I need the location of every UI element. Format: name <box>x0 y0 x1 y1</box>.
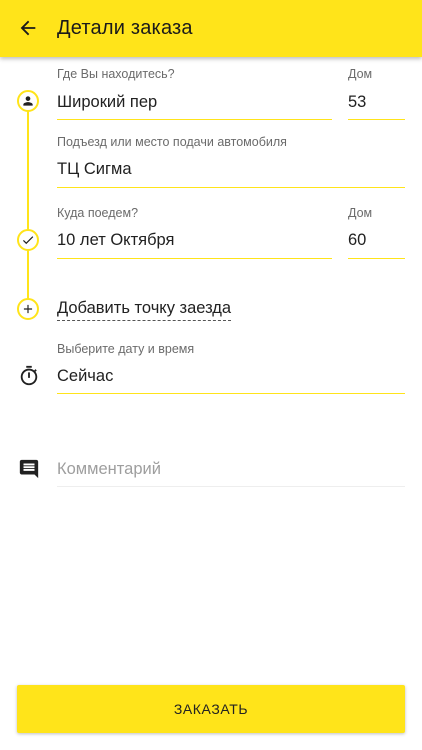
page-title: Детали заказа <box>57 17 193 39</box>
from-street-input[interactable]: Широкий пер <box>57 93 157 112</box>
plus-icon[interactable] <box>17 298 39 320</box>
to-house-label: Дом <box>348 206 373 220</box>
comment-underline <box>57 486 405 487</box>
to-street-label: Куда поедем? <box>57 206 139 220</box>
to-house-underline <box>348 258 405 259</box>
from-house-label: Дом <box>348 67 373 81</box>
stopwatch-icon <box>17 364 41 388</box>
datetime-label: Выберите дату и время <box>57 342 195 356</box>
from-house-input[interactable]: 53 <box>348 93 366 112</box>
to-street-input[interactable]: 10 лет Октября <box>57 231 174 250</box>
comment-input[interactable]: Комментарий <box>57 460 161 479</box>
entrance-underline <box>57 187 405 188</box>
from-house-underline <box>348 119 405 120</box>
entrance-label: Подъезд или место подачи автомобиля <box>57 135 287 149</box>
app-bar: Детали заказа <box>0 0 422 57</box>
add-stop-link[interactable]: Добавить точку заезда <box>57 299 232 321</box>
from-street-label: Где Вы находитесь? <box>57 67 175 81</box>
order-button[interactable]: ЗАКАЗАТЬ <box>17 685 405 733</box>
entrance-input[interactable]: ТЦ Сигма <box>57 160 132 179</box>
comment-icon <box>17 457 41 481</box>
datetime-underline <box>57 393 405 394</box>
from-street-underline <box>57 119 332 120</box>
person-icon <box>17 90 39 112</box>
route-timeline <box>27 100 29 308</box>
check-icon <box>17 229 39 251</box>
arrow-back-icon[interactable] <box>14 14 42 42</box>
to-street-underline <box>57 258 332 259</box>
to-house-input[interactable]: 60 <box>348 231 366 250</box>
datetime-input[interactable]: Сейчас <box>57 367 113 386</box>
